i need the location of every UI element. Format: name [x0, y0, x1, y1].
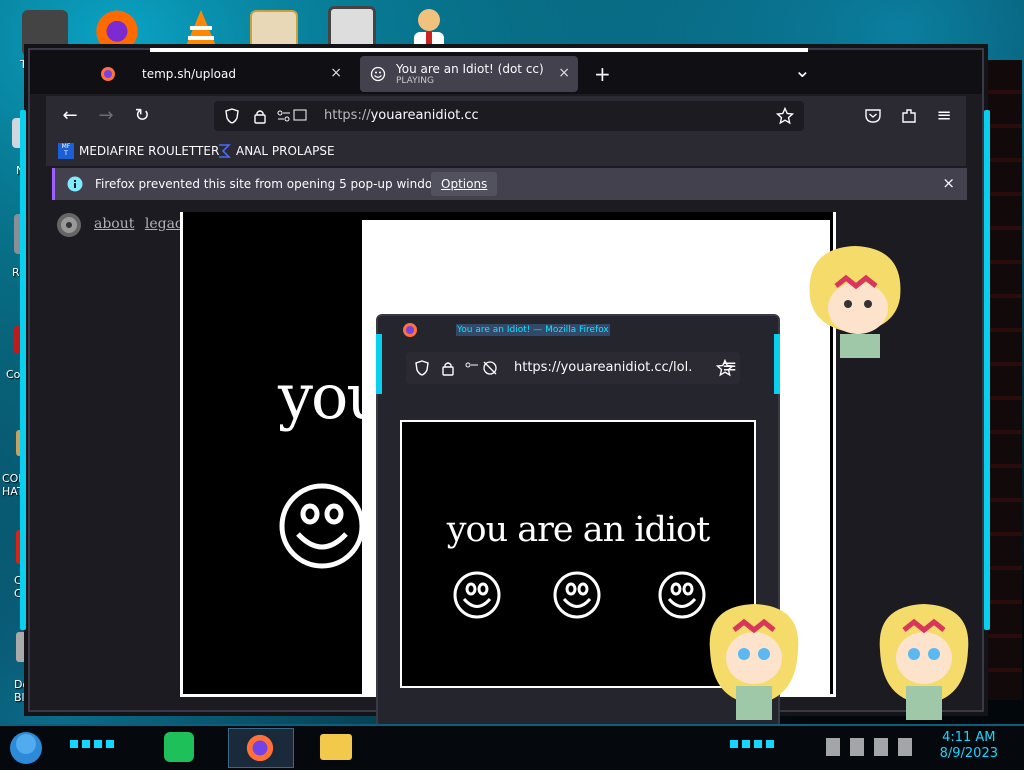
tab-title: You are an Idiot! (dot cc) [396, 62, 544, 76]
url-text: https://youareanidiot.cc [324, 108, 479, 123]
popup-blocked-notification: Firefox prevented this site from opening… [52, 168, 967, 200]
pocket-icon[interactable] [864, 107, 882, 125]
window-edge-light [20, 110, 26, 630]
permissions-icon[interactable] [464, 360, 500, 376]
lock-icon[interactable] [252, 108, 268, 124]
taskbar: 4:11 AM 8/9/2023 [0, 724, 1024, 770]
taskbar-item-firefox[interactable] [228, 728, 294, 768]
maze-app-icon[interactable] [328, 6, 376, 54]
tab-you-are-an-idiot[interactable]: You are an Idiot! (dot cc) PLAYING × [360, 56, 578, 92]
clock-date: 8/9/2023 [939, 746, 998, 761]
cartoon-character [709, 604, 799, 720]
popup-address-bar[interactable]: https://youareanidiot.cc/lol. [406, 352, 740, 384]
tab-close-button[interactable]: × [558, 65, 570, 81]
tray-icons[interactable] [826, 738, 922, 756]
popup-edge-light [376, 334, 382, 394]
tab-strip: temp.sh/upload × You are an Idiot! (dot … [30, 50, 982, 94]
url-protocol: https:// [324, 108, 371, 123]
smiley-icon [370, 66, 386, 82]
tab-close-button[interactable]: × [330, 65, 342, 81]
bookmark-label: ANAL PROLAPSE [236, 144, 335, 158]
back-button[interactable]: ← [58, 104, 82, 128]
firefox-icon [403, 323, 417, 337]
firefox-icon [101, 67, 115, 81]
cartoon-character [879, 604, 969, 720]
taskbar-deco [70, 740, 116, 748]
popup-title: You are an Idiot! — Mozilla Firefox [456, 324, 610, 336]
bookmark-label: MEDIAFIRE ROULETTER [79, 144, 220, 158]
bookmark-mediafire-rouletter[interactable]: MF T MEDIAFIRE ROULETTER [58, 143, 219, 159]
notification-close-button[interactable]: × [942, 174, 955, 192]
star-icon[interactable] [776, 107, 794, 125]
smiley-icon [453, 571, 501, 619]
popup-menu-button[interactable]: ≡ [722, 356, 737, 377]
taskbar-item-explorer[interactable] [320, 734, 352, 760]
menu-button[interactable]: ≡ [932, 104, 956, 128]
firefox-icon [246, 734, 274, 762]
you-text: you [278, 360, 386, 433]
address-bar[interactable]: https://youareanidiot.cc [214, 101, 804, 131]
cartoon-character [809, 246, 901, 358]
page-frame-top-border [150, 48, 808, 52]
black-panel [184, 212, 362, 694]
link-about[interactable]: about [94, 216, 134, 232]
new-tab-button[interactable]: + [594, 62, 611, 86]
tab-playing-label: PLAYING [396, 76, 434, 86]
extensions-icon[interactable] [900, 107, 918, 125]
lock-icon[interactable] [440, 360, 456, 376]
bookmark-anal-prolapse[interactable]: ANAL PROLAPSE [216, 143, 335, 159]
speaker-icon[interactable] [56, 212, 82, 238]
doctor-icon[interactable] [406, 6, 452, 52]
popup-edge-light [774, 334, 780, 394]
sigma-icon [219, 144, 231, 158]
firefox-desktop-icon[interactable] [94, 6, 140, 52]
tab-temp-sh[interactable]: temp.sh/upload × [90, 58, 350, 90]
notification-message: Firefox prevented this site from opening… [95, 177, 453, 191]
smiley-icon [553, 571, 601, 619]
reload-button[interactable]: ↻ [130, 104, 154, 128]
tab-title: temp.sh/upload [142, 67, 236, 81]
xd-app-icon[interactable] [250, 10, 298, 52]
shield-icon[interactable] [224, 108, 240, 124]
smiley-icon [658, 571, 706, 619]
window-edge-light [984, 110, 990, 630]
taskbar-item-notes[interactable] [164, 732, 194, 762]
smiley-icon [279, 483, 365, 569]
taskbar-deco [730, 740, 776, 748]
clock-time: 4:11 AM [942, 730, 996, 745]
permissions-icon[interactable] [276, 108, 310, 124]
shield-icon[interactable] [414, 360, 430, 376]
system-clock[interactable]: 4:11 AM 8/9/2023 [940, 730, 998, 762]
navigation-toolbar: ← → ↻ https://youareanidiot.cc ≡ [46, 96, 966, 136]
tab-list-button[interactable]: ⌄ [794, 58, 811, 82]
options-button[interactable]: Options [431, 172, 498, 196]
desktop-label: T [20, 58, 27, 71]
mediafire-icon: MF T [58, 143, 74, 159]
forward-button[interactable]: → [94, 104, 118, 128]
start-button[interactable] [6, 730, 46, 766]
popup-url-text: https://youareanidiot.cc/lol. [514, 360, 693, 375]
bookmarks-toolbar: MF T MEDIAFIRE ROULETTER ANAL PROLAPSE [46, 136, 966, 166]
url-host: youareanidiot.cc [370, 108, 479, 123]
info-icon [67, 176, 83, 192]
vlc-icon[interactable] [178, 6, 224, 52]
you-are-an-idiot-text: you are an idiot [446, 510, 710, 550]
